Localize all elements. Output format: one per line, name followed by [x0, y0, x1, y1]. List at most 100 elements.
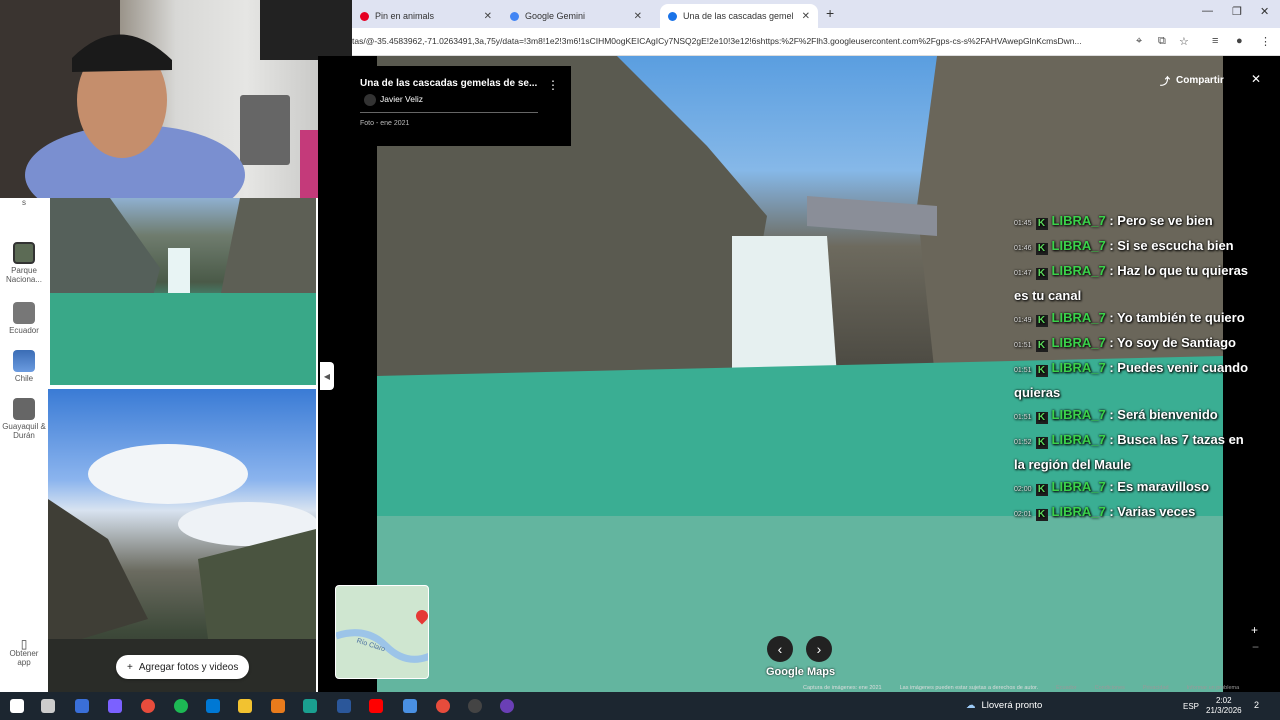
install-icon[interactable]: ⧉ — [1158, 35, 1166, 48]
tab-search-icon[interactable]: ≡ — [1212, 35, 1218, 47]
collapse-panel-button[interactable]: ◀ — [320, 362, 334, 390]
address-bar[interactable]: tas/@-35.4583962,-71.0263491,3a,75y/data… — [352, 28, 1280, 56]
chat-text: : Haz lo que tu quieras es tu canal — [1014, 263, 1249, 303]
chat-text: : Será bienvenido — [1109, 407, 1218, 422]
chat-username: LIBRA_7 — [1051, 263, 1106, 278]
weather-widget[interactable]: ☁ Lloverá pronto — [966, 700, 1042, 711]
chat-username: LIBRA_7 — [1051, 432, 1106, 447]
close-tab-icon[interactable]: ✕ — [802, 11, 810, 22]
kick-badge-icon: K — [1035, 437, 1048, 449]
share-button[interactable]: ⤴ Compartir — [1160, 72, 1224, 88]
app-icon[interactable] — [271, 699, 285, 713]
add-photos-button[interactable]: + Agregar fotos y videos — [116, 655, 250, 679]
app-icon[interactable] — [303, 699, 317, 713]
language-indicator[interactable]: ESP — [1183, 702, 1199, 711]
chat-timestamp: 01:47 — [1014, 270, 1032, 277]
tab-pin-en-animals[interactable]: Pin en animals ✕ — [352, 4, 500, 28]
add-photos-label: Agregar fotos y videos — [138, 661, 239, 673]
chat-username: LIBRA_7 — [1051, 213, 1106, 228]
word-icon[interactable] — [337, 699, 351, 713]
photos-panel: + Agregar fotos y videos — [48, 198, 318, 692]
rail-item-guayaquil[interactable]: Guayaquil & Durán — [2, 398, 46, 440]
kick-badge-icon: K — [1035, 484, 1048, 496]
chrome-icon[interactable] — [141, 699, 155, 713]
chat-username: LIBRA_7 — [1051, 479, 1106, 494]
plus-icon: + — [127, 661, 133, 673]
tab-maps-cascadas[interactable]: Una de las cascadas gemelas de ✕ — [660, 4, 818, 28]
pinterest-icon — [360, 11, 369, 21]
task-view-icon[interactable] — [41, 699, 55, 713]
restore-icon[interactable]: ❐ — [1232, 5, 1242, 18]
maps-icon — [668, 11, 677, 21]
zoom-out-button[interactable]: − — [1252, 640, 1259, 654]
close-viewer-button[interactable]: ✕ — [1251, 72, 1261, 86]
store-icon[interactable] — [75, 699, 89, 713]
chat-text: : Si se escucha bien — [1109, 238, 1234, 253]
tab-label: Pin en animals — [375, 11, 435, 21]
copilot-icon[interactable] — [108, 699, 122, 713]
phone-icon: ▯ — [20, 637, 28, 651]
tab-label: Una de las cascadas gemelas de — [683, 11, 793, 21]
left-rail: s Parque Naciona... Ecuador Chile Guayaq… — [0, 198, 48, 692]
rail-item-parque[interactable]: Parque Naciona... — [2, 242, 46, 284]
more-menu-icon[interactable]: ⋮ — [1260, 35, 1271, 48]
bookmark-star-icon[interactable]: ☆ — [1179, 35, 1189, 48]
rail-item-ecuador[interactable]: Ecuador — [2, 302, 46, 335]
chat-message: 02:01 K LIBRA_7 : Varias veces — [1014, 501, 1254, 526]
rail-item-chile[interactable]: Chile — [2, 350, 46, 383]
twitch-icon[interactable] — [500, 699, 514, 713]
get-app-button[interactable]: ▯ Obtener app — [2, 637, 46, 667]
close-tab-icon[interactable]: ✕ — [634, 11, 642, 22]
mail-icon[interactable] — [206, 699, 220, 713]
profile-avatar-icon[interactable]: ● — [1236, 35, 1243, 47]
location-icon[interactable]: ⌖ — [1136, 35, 1142, 48]
next-photo-button[interactable]: › — [806, 636, 832, 662]
webcam-overlay — [0, 0, 352, 198]
tab-google-gemini[interactable]: Google Gemini ✕ — [502, 4, 650, 28]
windows-start-icon[interactable] — [10, 699, 24, 713]
chat-timestamp: 02:00 — [1014, 486, 1032, 493]
notification-count[interactable]: 2 — [1254, 700, 1259, 710]
chat-username: LIBRA_7 — [1051, 335, 1106, 350]
chat-timestamp: 01:51 — [1014, 342, 1032, 349]
spotify-icon[interactable] — [174, 699, 188, 713]
close-tab-icon[interactable]: ✕ — [484, 11, 492, 22]
place-thumb-icon — [13, 350, 35, 372]
photo-thumbnail[interactable] — [48, 389, 316, 692]
chrome-active-icon[interactable] — [436, 699, 450, 713]
kick-badge-icon: K — [1035, 412, 1048, 424]
previous-photo-button[interactable]: ‹ — [767, 636, 793, 662]
window-close-icon[interactable]: ✕ — [1260, 5, 1269, 18]
photo-thumbnail[interactable] — [50, 198, 316, 385]
place-thumb-icon — [13, 242, 35, 264]
more-vert-icon[interactable]: ⋮ — [547, 78, 559, 92]
share-icon: ⤴ — [1160, 76, 1170, 88]
chat-text: : Yo también te quiero — [1109, 310, 1245, 325]
chat-timestamp: 01:52 — [1014, 439, 1032, 446]
youtube-icon[interactable] — [369, 699, 383, 713]
file-explorer-icon[interactable] — [238, 699, 252, 713]
new-tab-button[interactable]: + — [826, 5, 834, 21]
chat-username: LIBRA_7 — [1051, 504, 1106, 519]
kick-badge-icon: K — [1035, 268, 1048, 280]
chat-message: 01:46 K LIBRA_7 : Si se escucha bien — [1014, 235, 1254, 260]
chat-message: 02:00 K LIBRA_7 : Es maravilloso — [1014, 476, 1254, 501]
photo-title[interactable]: Una de las cascadas gemelas de se... — [360, 78, 537, 89]
minimize-icon[interactable]: — — [1202, 5, 1213, 17]
chat-text: : Varias veces — [1109, 504, 1196, 519]
get-app-label: Obtener app — [9, 649, 39, 667]
author-avatar[interactable] — [364, 94, 376, 106]
divider — [360, 112, 538, 113]
photo-author[interactable]: Javier Veliz — [380, 94, 423, 104]
url-text[interactable]: tas/@-35.4583962,-71.0263491,3a,75y/data… — [352, 36, 1132, 46]
chat-message: 01:52 K LIBRA_7 : Busca las 7 tazas en la … — [1014, 429, 1254, 476]
app-icon[interactable] — [403, 699, 417, 713]
gemini-icon — [510, 11, 519, 21]
zoom-in-button[interactable]: + — [1251, 623, 1258, 637]
obs-icon[interactable] — [468, 699, 482, 713]
chat-message: 01:51 K LIBRA_7 : Puedes venir cuando quie… — [1014, 357, 1254, 404]
system-clock[interactable]: 2:02 21/3/2026 — [1206, 696, 1242, 716]
mini-map[interactable]: Río Claro — [335, 585, 429, 679]
kick-badge-icon: K — [1035, 218, 1048, 230]
share-label: Compartir — [1176, 74, 1224, 86]
